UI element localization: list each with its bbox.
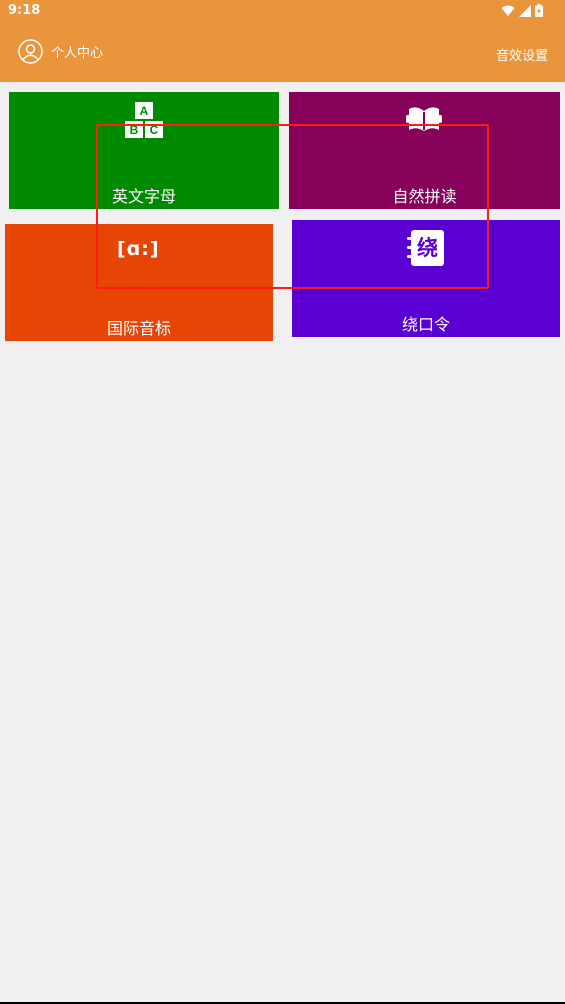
tile-tongue-twister-label: 绕口令 — [401, 315, 450, 334]
profile-center-label: 个人中心 — [51, 46, 104, 61]
status-icons — [501, 4, 543, 17]
status-time: 9:18 — [8, 3, 41, 18]
sound-settings-button[interactable]: 音效设置 — [496, 45, 548, 64]
tile-tongue-twister[interactable]: 绕 绕口令 — [292, 220, 560, 337]
icon-letter-c: C — [150, 123, 159, 137]
tile-english-letters[interactable]: A B C 英文字母 — [9, 92, 279, 209]
signal-icon — [519, 4, 531, 17]
tile-international-phonetics[interactable]: [ɑ:] 国际音标 — [5, 224, 273, 341]
tile-natural-phonics[interactable]: 自然拼读 — [289, 92, 560, 209]
battery-icon — [535, 4, 543, 17]
wifi-icon — [501, 5, 515, 16]
abc-blocks-icon: A B C — [125, 102, 163, 138]
open-book-icon — [406, 107, 442, 131]
notebook-icon-character: 绕 — [417, 236, 438, 260]
tile-natural-phonics-label: 自然拼读 — [392, 187, 457, 206]
tile-international-phonetics-label: 国际音标 — [106, 319, 171, 338]
tile-english-letters-label: 英文字母 — [111, 187, 176, 206]
user-icon — [18, 39, 43, 64]
profile-center-button[interactable]: 个人中心 — [18, 39, 103, 64]
phonetic-bracket-icon: [ɑ:] — [117, 238, 160, 260]
notebook-icon: 绕 — [407, 230, 445, 266]
icon-letter-a: A — [140, 104, 149, 118]
icon-letter-b: B — [130, 123, 139, 137]
app-header: 9:18 个人中心 音效设置 — [0, 0, 565, 82]
